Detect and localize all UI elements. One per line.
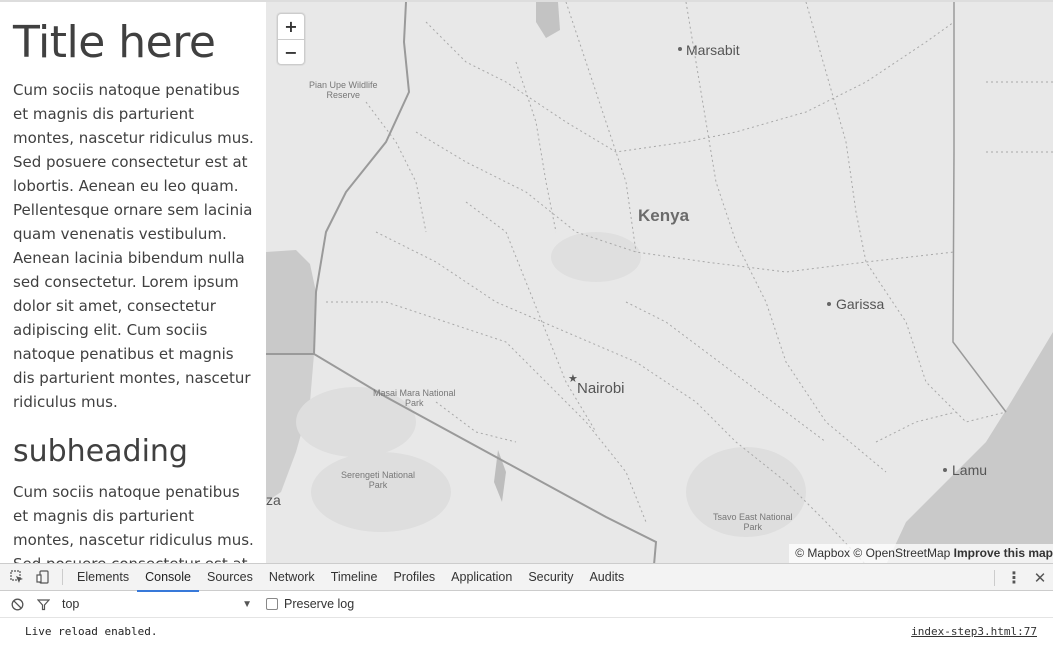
city-label-garissa: Garissa [836, 296, 885, 312]
garissa-marker [827, 302, 831, 306]
sidebar: Title here Cum sociis natoque penatibus … [0, 0, 266, 563]
park-label-pian-upe-line1: Pian Upe Wildlife [309, 80, 378, 90]
console-message-text: Live reload enabled. [25, 624, 158, 638]
context-selector-value: top [62, 597, 80, 611]
console-toolbar: top ▼ Preserve log [0, 591, 1053, 618]
map[interactable]: + − Marsabit Kenya Garissa ★ Nairobi Lam… [266, 0, 1053, 563]
tab-sources[interactable]: Sources [199, 564, 261, 591]
filter-icon[interactable] [30, 591, 56, 617]
park-label-tsavo-east: Tsavo East National Park [713, 512, 793, 532]
city-label-marsabit: Marsabit [686, 42, 740, 58]
park-label-pian-upe-line2: Reserve [326, 90, 361, 100]
tab-network[interactable]: Network [261, 564, 323, 591]
preserve-log-label[interactable]: Preserve log [284, 597, 354, 611]
park-label-serengeti-line1: Serengeti National [341, 470, 416, 480]
toolbar-divider [994, 569, 995, 586]
tab-application[interactable]: Application [443, 564, 520, 591]
intro-paragraph: Cum sociis natoque penatibus et magnis d… [13, 81, 254, 411]
park-label-pian-upe: Pian Upe Wildlife Reserve [309, 80, 378, 100]
zoom-control: + − [277, 13, 305, 65]
city-label-nairobi: Nairobi [577, 380, 625, 397]
park-label-serengeti-line2: Park [368, 480, 388, 490]
console-source-link[interactable]: index-step3.html:77 [911, 625, 1037, 638]
tab-profiles[interactable]: Profiles [385, 564, 443, 591]
attribution-osm-link[interactable]: © OpenStreetMap [853, 546, 950, 560]
inspect-element-icon[interactable] [4, 564, 30, 590]
zoom-out-button[interactable]: − [278, 39, 304, 64]
park-label-serengeti: Serengeti National Park [341, 470, 415, 490]
clear-console-icon[interactable] [4, 591, 30, 617]
improve-map-link[interactable]: Improve this map [954, 546, 1053, 560]
place-label-za: za [266, 492, 281, 508]
tab-timeline[interactable]: Timeline [323, 564, 386, 591]
zoom-in-button[interactable]: + [278, 14, 304, 39]
lamu-marker [943, 468, 947, 472]
city-label-lamu: Lamu [952, 462, 988, 478]
park-label-tsavo-east-line2: Park [743, 522, 763, 532]
park-label-tsavo-east-line1: Tsavo East National [713, 512, 793, 522]
more-options-icon[interactable]: ⋮ [1001, 565, 1027, 591]
country-label-kenya: Kenya [638, 206, 690, 225]
tab-console[interactable]: Console [137, 564, 199, 592]
marsabit-marker [678, 47, 682, 51]
attribution-mapbox-link[interactable]: © Mapbox [795, 546, 850, 560]
tab-elements[interactable]: Elements [69, 564, 137, 591]
device-toolbar-icon[interactable] [30, 564, 56, 590]
dropdown-arrow-icon: ▼ [242, 598, 252, 610]
park-label-masai-mara-line1: Masai Mara National [373, 388, 456, 398]
devtools-tab-bar: Elements Console Sources Network Timelin… [0, 564, 1053, 592]
close-icon[interactable]: ✕ [1027, 565, 1053, 591]
console-message: Live reload enabled. index-step3.html:77 [0, 618, 1053, 644]
park-label-masai-mara-line2: Park [405, 398, 424, 408]
park-label-masai-mara: Masai Mara National Park [373, 388, 456, 408]
tab-security[interactable]: Security [520, 564, 581, 591]
body-paragraph: Cum sociis natoque penatibus et magnis d… [13, 483, 254, 563]
page-title: Title here [13, 17, 216, 68]
map-attribution: © Mapbox © OpenStreetMap Improve this ma… [789, 544, 1053, 563]
toolbar-divider [62, 569, 63, 585]
tab-audits[interactable]: Audits [581, 564, 632, 591]
preserve-log-checkbox[interactable] [266, 598, 278, 610]
devtools-panel: Elements Console Sources Network Timelin… [0, 563, 1053, 645]
context-selector[interactable]: top ▼ [56, 597, 256, 611]
subheading: subheading [13, 434, 188, 469]
devtools-right-controls: ⋮ ✕ [988, 564, 1053, 591]
